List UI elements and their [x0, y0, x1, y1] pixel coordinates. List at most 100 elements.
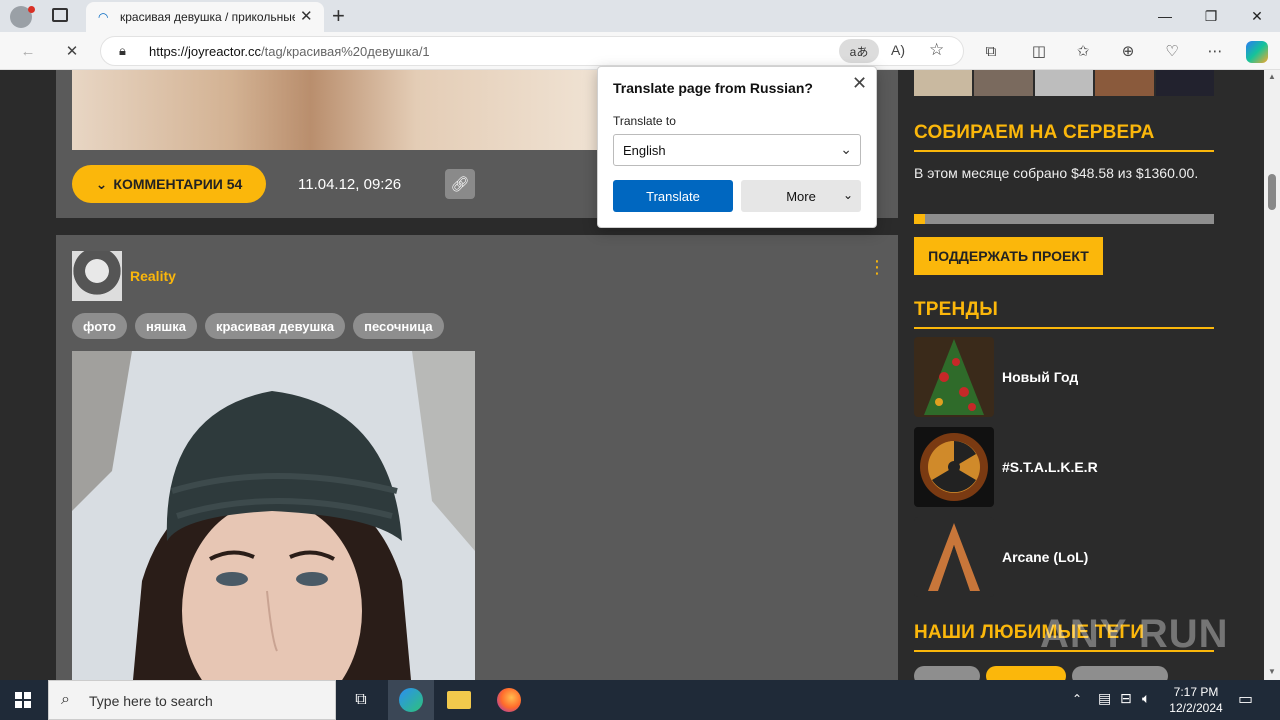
more-menu-icon[interactable]: ⋮ [868, 257, 886, 278]
more-button[interactable]: More ⌄ [741, 180, 861, 212]
lock-icon[interactable]: 🔒︎ [119, 43, 126, 59]
comments-label: КОММЕНТАРИИ 54 [113, 176, 243, 192]
task-view-icon[interactable]: ⧉ [338, 680, 384, 720]
browser-essentials-icon[interactable]: ♡ [1158, 37, 1186, 65]
new-tab-icon[interactable]: + [332, 3, 345, 29]
thumbnail[interactable] [974, 70, 1033, 96]
tab-actions-icon[interactable] [52, 8, 68, 22]
file-explorer-icon[interactable] [436, 680, 482, 720]
post-card: Reality ⋮ фото няшка красивая девушка пе… [56, 235, 898, 680]
translate-popup: Translate page from Russian? ✕ Translate… [597, 66, 877, 228]
thumbnail[interactable] [914, 70, 973, 96]
tag[interactable]: фото [72, 313, 127, 339]
chevron-down-icon: ⌄ [840, 141, 852, 157]
favorite-tags-list [914, 666, 1168, 680]
chevron-down-icon: ⌄ [95, 175, 108, 192]
maximize-icon[interactable]: ❐ [1188, 0, 1234, 32]
search-placeholder: Type here to search [89, 693, 213, 709]
trend-image [914, 517, 994, 597]
favorites-icon[interactable]: ✩ [1069, 37, 1097, 65]
taskbar-search[interactable]: ⌕ Type here to search [48, 680, 336, 720]
tag[interactable]: красивая девушка [204, 313, 346, 339]
trend-image [914, 427, 994, 507]
support-project-button[interactable]: ПОДДЕРЖАТЬ ПРОЕКТ [914, 237, 1103, 275]
loading-icon: ◠ [98, 10, 109, 24]
notifications-icon[interactable]: ▭ [1238, 689, 1253, 709]
edge-icon[interactable] [388, 680, 434, 720]
copilot-icon[interactable] [1246, 41, 1268, 63]
translate-button[interactable]: Translate [613, 180, 733, 212]
thumbnail[interactable] [1034, 70, 1094, 96]
post-image[interactable] [72, 70, 602, 150]
url-path: /tag/красивая%20девушка/1 [261, 44, 430, 59]
scroll-down-icon[interactable]: ▼ [1268, 667, 1276, 676]
radiation-icon [914, 427, 994, 507]
post-photo[interactable] [72, 351, 475, 680]
trend-item[interactable]: #S.T.A.L.K.E.R [914, 427, 1214, 507]
tag[interactable] [986, 666, 1066, 680]
trend-item[interactable]: Новый Год [914, 337, 1214, 417]
trend-image [914, 337, 994, 417]
extensions-icon[interactable]: ⧉ [977, 37, 1005, 65]
translate-title: Translate page from Russian? [613, 80, 813, 96]
notification-dot [28, 6, 35, 13]
translate-icon[interactable]: aあ [839, 39, 879, 63]
scroll-up-icon[interactable]: ▲ [1268, 72, 1276, 81]
tray-app-icon[interactable]: ▤ [1098, 690, 1111, 707]
close-window-icon[interactable]: ✕ [1234, 0, 1280, 32]
firefox-icon[interactable] [486, 680, 532, 720]
post-date: 11.04.12, 09:26 [298, 176, 402, 193]
address-bar[interactable]: 🔒︎ https://joyreactor.cc/tag/красивая%20… [100, 36, 964, 66]
clock[interactable]: 7:17 PM 12/2/2024 [1168, 684, 1224, 716]
translate-to-label: Translate to [613, 114, 676, 128]
avatar[interactable] [72, 251, 122, 301]
thumbnail[interactable] [1095, 70, 1154, 96]
donate-progress-fill [914, 214, 925, 224]
settings-more-icon[interactable]: ⋯ [1201, 37, 1229, 65]
more-label: More [786, 188, 816, 204]
tag[interactable] [914, 666, 980, 680]
collections-icon[interactable]: ⊕ [1114, 37, 1142, 65]
sidebar: СОБИРАЕМ НА СЕРВЕРА В этом месяце собран… [914, 70, 1215, 680]
user-thumbnails [914, 70, 1215, 96]
anyrun-watermark: ANY RUN [1040, 612, 1229, 656]
link-icon[interactable]: 🔗︎ [445, 169, 475, 199]
url-host: https://joyreactor.cc [149, 44, 261, 59]
christmas-tree-icon [914, 337, 994, 417]
read-aloud-icon[interactable]: A) [891, 42, 905, 58]
stop-icon[interactable]: ✕ [58, 37, 86, 65]
minimize-icon[interactable]: — [1142, 0, 1188, 32]
tag-list: фото няшка красивая девушка песочница [72, 313, 444, 339]
close-tab-icon[interactable]: ✕ [300, 7, 313, 25]
active-tab[interactable]: ◠ красивая девушка / прикольные ✕ [86, 2, 324, 32]
chevron-down-icon: ⌄ [842, 188, 853, 202]
windows-start-icon[interactable] [0, 680, 46, 720]
photo-illustration [72, 351, 475, 680]
language-value: English [623, 143, 666, 158]
volume-icon[interactable]: 🔈︎ [1142, 690, 1150, 707]
network-icon[interactable]: ⊟ [1120, 690, 1132, 707]
close-icon[interactable]: ✕ [852, 73, 867, 94]
scrollbar-thumb[interactable] [1268, 174, 1276, 210]
trend-item[interactable]: Arcane (LoL) [914, 517, 1214, 597]
donate-progress-bar [914, 214, 1214, 224]
arcane-logo-icon [914, 517, 994, 597]
address-toolbar: ← ✕ 🔒︎ https://joyreactor.cc/tag/красива… [0, 32, 1280, 70]
tab-strip: ◠ красивая девушка / прикольные ✕ + — ❐ … [0, 0, 1280, 32]
search-icon: ⌕ [61, 691, 70, 708]
favorite-star-icon[interactable]: ☆ [929, 40, 944, 60]
tag[interactable]: песочница [353, 313, 444, 339]
language-select[interactable]: English ⌄ [613, 134, 861, 166]
thumbnail[interactable] [1155, 70, 1215, 96]
tag[interactable] [1072, 666, 1168, 680]
taskbar: ⌕ Type here to search ⧉ ⌃ ▤ ⊟ 🔈︎ 7:17 PM… [0, 680, 1280, 720]
back-icon[interactable]: ← [14, 37, 42, 65]
author-name[interactable]: Reality [130, 268, 176, 284]
split-screen-icon[interactable]: ◫ [1025, 37, 1053, 65]
tray-chevron-icon[interactable]: ⌃ [1072, 692, 1082, 706]
comments-button[interactable]: ⌄ КОММЕНТАРИИ 54 [72, 165, 266, 203]
donate-title: СОБИРАЕМ НА СЕРВЕРА [914, 122, 1214, 152]
clock-date: 12/2/2024 [1169, 701, 1223, 715]
tag[interactable]: няшка [134, 313, 197, 339]
page-scrollbar[interactable]: ▲ ▼ [1264, 70, 1280, 680]
